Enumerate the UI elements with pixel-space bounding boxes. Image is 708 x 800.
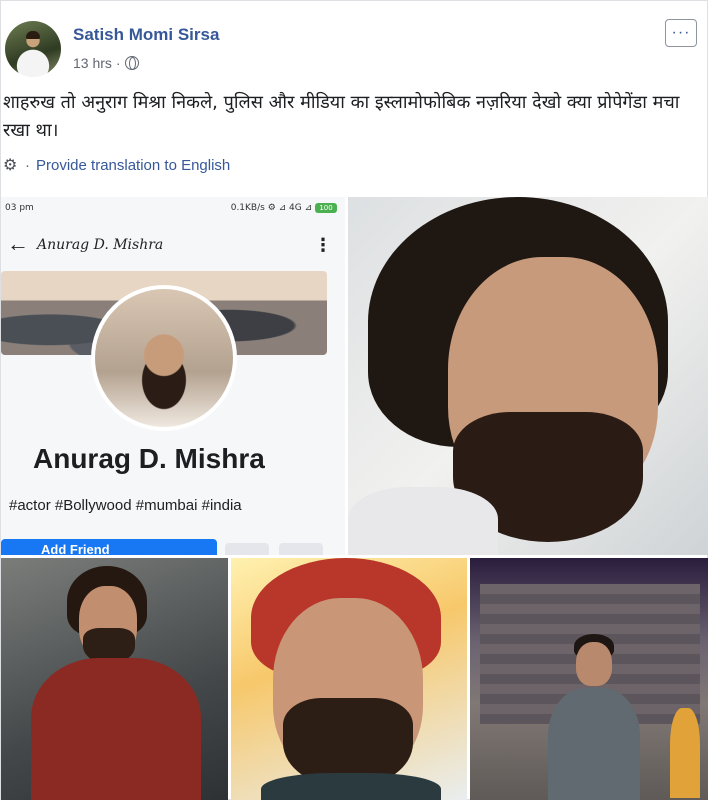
battery-icon: 100 <box>315 203 337 213</box>
photo-portrait-closeup[interactable] <box>348 197 708 555</box>
globe-icon[interactable] <box>124 56 139 70</box>
portrait-shirt <box>348 487 498 555</box>
profile-more-button <box>279 543 323 555</box>
figure-shirt <box>261 773 441 800</box>
status-network: 0.1KB/s ⚙ ⊿ 4G ⊿ <box>230 203 313 213</box>
photo-profile-screenshot[interactable]: 03 pm 0.1KB/s ⚙ ⊿ 4G ⊿ 100 ← Anurag D. M… <box>1 197 345 555</box>
phone-status-bar: 03 pm 0.1KB/s ⚙ ⊿ 4G ⊿ 100 <box>1 197 345 219</box>
meta-separator: · <box>115 55 121 71</box>
post-text: शाहरुख तो अनुराग मिश्रा निकले, पुलिस और … <box>3 92 680 141</box>
post-time[interactable]: 13 hrs <box>73 55 112 71</box>
more-options-button[interactable]: ··· <box>665 19 697 47</box>
figure-shirt <box>31 658 201 800</box>
more-icon: ··· <box>671 24 691 41</box>
author-avatar[interactable] <box>5 21 61 77</box>
photo-red-hair[interactable] <box>231 558 467 800</box>
gear-icon[interactable]: ⚙ <box>3 157 19 174</box>
profile-handle: Anurag D. Mishra <box>37 237 164 253</box>
facebook-post: Satish Momi Sirsa 13 hrs · ··· शाहरुख तो… <box>0 0 708 800</box>
profile-name: Anurag D. Mishra <box>33 443 265 474</box>
author-name[interactable]: Satish Momi Sirsa <box>73 25 219 45</box>
add-friend-button: Add Friend <box>1 539 217 555</box>
message-button <box>225 543 269 555</box>
status-time: 03 pm <box>5 203 34 213</box>
photo-man-pointing[interactable] <box>1 558 228 800</box>
kebab-menu-icon: ⋮ <box>314 235 332 255</box>
figure-shirt <box>548 688 640 800</box>
bystander <box>670 708 700 798</box>
back-arrow-icon: ← <box>7 231 29 256</box>
translate-link[interactable]: Provide translation to English <box>36 157 230 174</box>
figure-face <box>576 642 612 686</box>
translate-row: ⚙ · Provide translation to English <box>3 157 230 174</box>
profile-hashtags: #actor #Bollywood #mumbai #india <box>9 497 242 514</box>
profile-picture <box>91 285 237 431</box>
status-indicators: 0.1KB/s ⚙ ⊿ 4G ⊿ 100 <box>231 203 337 213</box>
post-meta: 13 hrs · <box>73 55 139 71</box>
translate-separator: · <box>25 157 30 174</box>
photo-temple[interactable] <box>470 558 708 800</box>
